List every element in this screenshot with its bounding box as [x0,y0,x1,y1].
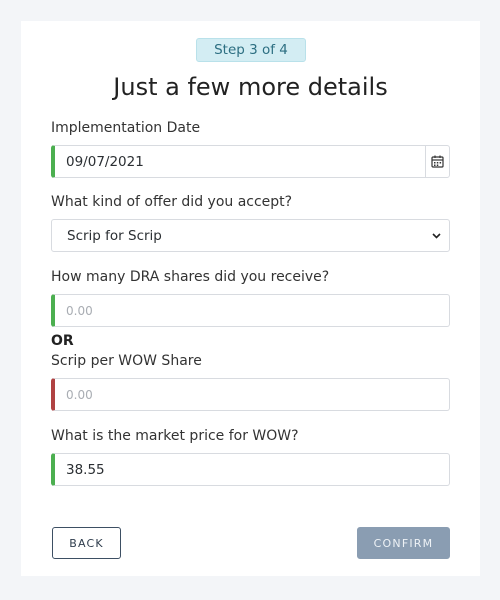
or-separator: OR [51,333,74,349]
details-card: Step 3 of 4 Just a few more details Impl… [21,21,480,576]
offer-type-selected: Scrip for Scrip [67,227,162,244]
implementation-date-input[interactable] [51,145,426,178]
page-title: Just a few more details [113,73,388,101]
chevron-down-icon [432,229,441,242]
scrip-per-share-label: Scrip per WOW Share [51,353,202,369]
dra-shares-label: How many DRA shares did you receive? [51,269,330,285]
back-button[interactable]: BACK [52,527,121,559]
implementation-date-label: Implementation Date [51,120,201,136]
calendar-button[interactable] [425,145,450,178]
confirm-button[interactable]: CONFIRM [357,527,450,559]
market-price-input[interactable] [51,453,450,486]
market-price-label: What is the market price for WOW? [51,428,299,444]
calendar-icon [431,155,444,168]
offer-type-label: What kind of offer did you accept? [51,194,293,210]
step-badge: Step 3 of 4 [196,38,306,62]
dra-shares-input[interactable] [51,294,450,327]
offer-type-select[interactable]: Scrip for Scrip [51,219,450,252]
scrip-per-share-input[interactable] [51,378,450,411]
